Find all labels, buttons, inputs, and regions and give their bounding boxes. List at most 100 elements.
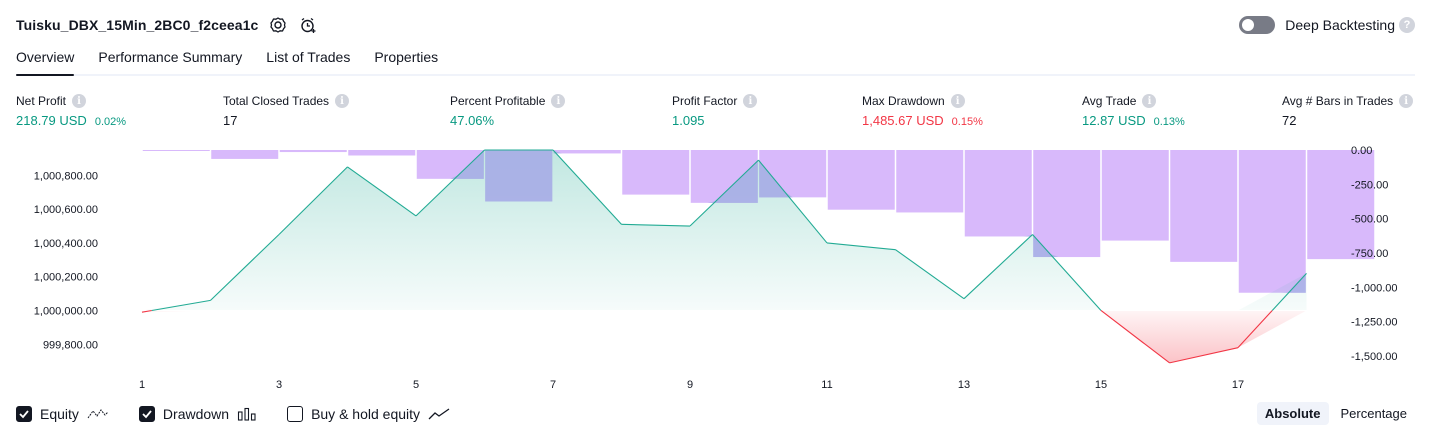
stats-row: Net Profit i 218.79 USD 0.02% Total Closed… [16, 93, 1415, 133]
drawdown-bar [1170, 150, 1238, 262]
stat-percent: 0.13% [1153, 116, 1185, 128]
left-axis-tick-label: 1,000,400.00 [34, 238, 98, 250]
stat-value: 72 [1282, 113, 1297, 128]
mode-absolute[interactable]: Absolute [1256, 402, 1329, 425]
left-axis-tick-label: 1,000,600.00 [34, 204, 98, 216]
info-icon[interactable]: i [1399, 94, 1414, 108]
legend-equity[interactable]: Equity [16, 406, 109, 422]
stat-label: Max Drawdown [862, 94, 945, 108]
chart-legend: Equity Drawdown Buy & hold equity [16, 402, 480, 426]
strategy-name: Tuisku_DBX_15Min_2BC0_f2ceea1c [16, 17, 259, 33]
info-icon[interactable]: i [72, 94, 87, 108]
deep-backtesting-toggle[interactable] [1239, 16, 1276, 34]
equity-negative-area [142, 310, 1307, 363]
x-axis-tick-label: 9 [687, 379, 693, 391]
drawdown-bar [1307, 150, 1375, 260]
left-axis-tick-label: 1,000,200.00 [34, 272, 98, 284]
drawdown-bar [142, 150, 210, 151]
drawdown-bar [348, 150, 416, 156]
info-icon[interactable]: i [743, 94, 758, 108]
x-axis-tick-label: 3 [276, 379, 282, 391]
stat-value: 1.095 [672, 113, 705, 128]
settings-icon[interactable] [268, 15, 288, 35]
x-axis-tick-label: 7 [550, 379, 556, 391]
stat-label: Percent Profitable [450, 94, 546, 108]
right-axis-tick-label: -1,500.00 [1351, 351, 1397, 363]
x-axis: 1 3 5 7 9 11 13 15 17 [139, 379, 1244, 391]
right-axis-tick-label: -1,000.00 [1351, 282, 1397, 294]
drawdown-bar [1033, 150, 1101, 258]
x-axis-tick-label: 11 [821, 379, 832, 391]
stat-value: 47.06% [450, 113, 495, 128]
stat-label: Total Closed Trades [223, 94, 330, 108]
stat-label: Avg Trade [1082, 94, 1137, 108]
display-mode-switch: Absolute Percentage [1253, 402, 1415, 425]
info-icon[interactable]: i [950, 94, 965, 108]
info-icon[interactable]: i [335, 94, 350, 108]
info-icon[interactable]: i [1142, 94, 1157, 108]
right-axis-tick-label: -1,250.00 [1351, 317, 1397, 329]
deep-backtesting-control: Deep Backtesting ? [1239, 14, 1415, 36]
equity-checkbox[interactable] [16, 406, 32, 422]
strategy-header: Tuisku_DBX_15Min_2BC0_f2ceea1c [16, 14, 318, 36]
legend-buy-hold-label: Buy & hold equity [311, 406, 421, 422]
stat-value: 17 [223, 113, 238, 128]
legend-drawdown[interactable]: Drawdown [138, 406, 257, 422]
legend-buy-hold[interactable]: Buy & hold equity [287, 406, 450, 422]
x-axis-tick-label: 15 [1095, 379, 1107, 391]
drawdown-bars-icon [237, 407, 257, 421]
drawdown-checkbox[interactable] [138, 406, 155, 422]
equity-line-icon [87, 407, 109, 421]
info-icon[interactable]: i [551, 94, 566, 108]
tab-properties[interactable]: Properties [374, 48, 438, 74]
stat-percent: 0.02% [94, 116, 127, 128]
stat-label: Profit Factor [672, 94, 738, 108]
legend-equity-label: Equity [40, 406, 79, 422]
tab-performance-summary[interactable]: Performance Summary [98, 48, 242, 74]
stat-profit-factor: Profit Factor i 1.095 [672, 93, 758, 128]
drawdown-bar [279, 150, 347, 153]
tab-list-of-trades[interactable]: List of Trades [266, 48, 350, 74]
stat-total-closed-trades: Total Closed Trades i 17 [223, 93, 350, 128]
drawdown-bar [827, 150, 895, 210]
tab-overview[interactable]: Overview [16, 48, 75, 76]
right-axis-tick-label: -750.00 [1351, 248, 1388, 260]
drawdown-bar [964, 150, 1032, 237]
stat-value: 1,485.67 USD [862, 113, 944, 128]
stat-avg-bars: Avg # Bars in Trades i 72 [1282, 93, 1414, 128]
stat-value: 12.87 USD [1082, 113, 1146, 128]
stat-net-profit: Net Profit i 218.79 USD 0.02% [16, 93, 126, 128]
stat-percent-profitable: Percent Profitable i 47.06% [450, 93, 566, 128]
stat-label: Avg # Bars in Trades [1282, 94, 1394, 108]
help-icon[interactable]: ? [1399, 17, 1415, 33]
x-axis-tick-label: 13 [958, 379, 970, 391]
x-axis-tick-label: 5 [413, 379, 419, 391]
stat-avg-trade: Avg Trade i 12.87 USD 0.13% [1082, 93, 1185, 128]
report-tabs: Overview Performance Summary List of Tra… [16, 48, 1415, 76]
buy-hold-checkbox[interactable] [287, 406, 304, 422]
right-axis-tick-label: -250.00 [1351, 179, 1388, 191]
drawdown-bar [896, 150, 964, 213]
x-axis-tick-label: 17 [1232, 379, 1244, 391]
right-axis-tick-label: -500.00 [1351, 214, 1388, 226]
bar-overlap [485, 150, 553, 202]
buy-hold-line-icon [428, 407, 450, 421]
equity-drawdown-chart[interactable]: 1,000,800.00 1,000,600.00 1,000,400.00 1,00… [0, 140, 1431, 395]
left-axis: 1,000,800.00 1,000,600.00 1,000,400.00 1,00… [34, 170, 98, 351]
left-axis-tick-label: 1,000,000.00 [34, 305, 98, 317]
deep-backtesting-label: Deep Backtesting [1285, 17, 1395, 33]
drawdown-bar [622, 150, 690, 195]
legend-drawdown-label: Drawdown [162, 406, 230, 422]
alert-clock-icon[interactable] [298, 15, 318, 35]
left-axis-tick-label: 999,800.00 [43, 339, 98, 351]
drawdown-bar [211, 150, 279, 159]
stat-percent: 0.15% [951, 116, 983, 128]
stat-value: 218.79 USD [16, 113, 87, 128]
right-axis-tick-label: 0.00 [1351, 145, 1372, 157]
stat-max-drawdown: Max Drawdown i 1,485.67 USD 0.15% [862, 93, 983, 128]
left-axis-tick-label: 1,000,800.00 [34, 170, 98, 182]
mode-percentage[interactable]: Percentage [1333, 402, 1416, 425]
stat-label: Net Profit [16, 94, 67, 108]
drawdown-bar [1101, 150, 1169, 241]
x-axis-tick-label: 1 [139, 379, 145, 391]
